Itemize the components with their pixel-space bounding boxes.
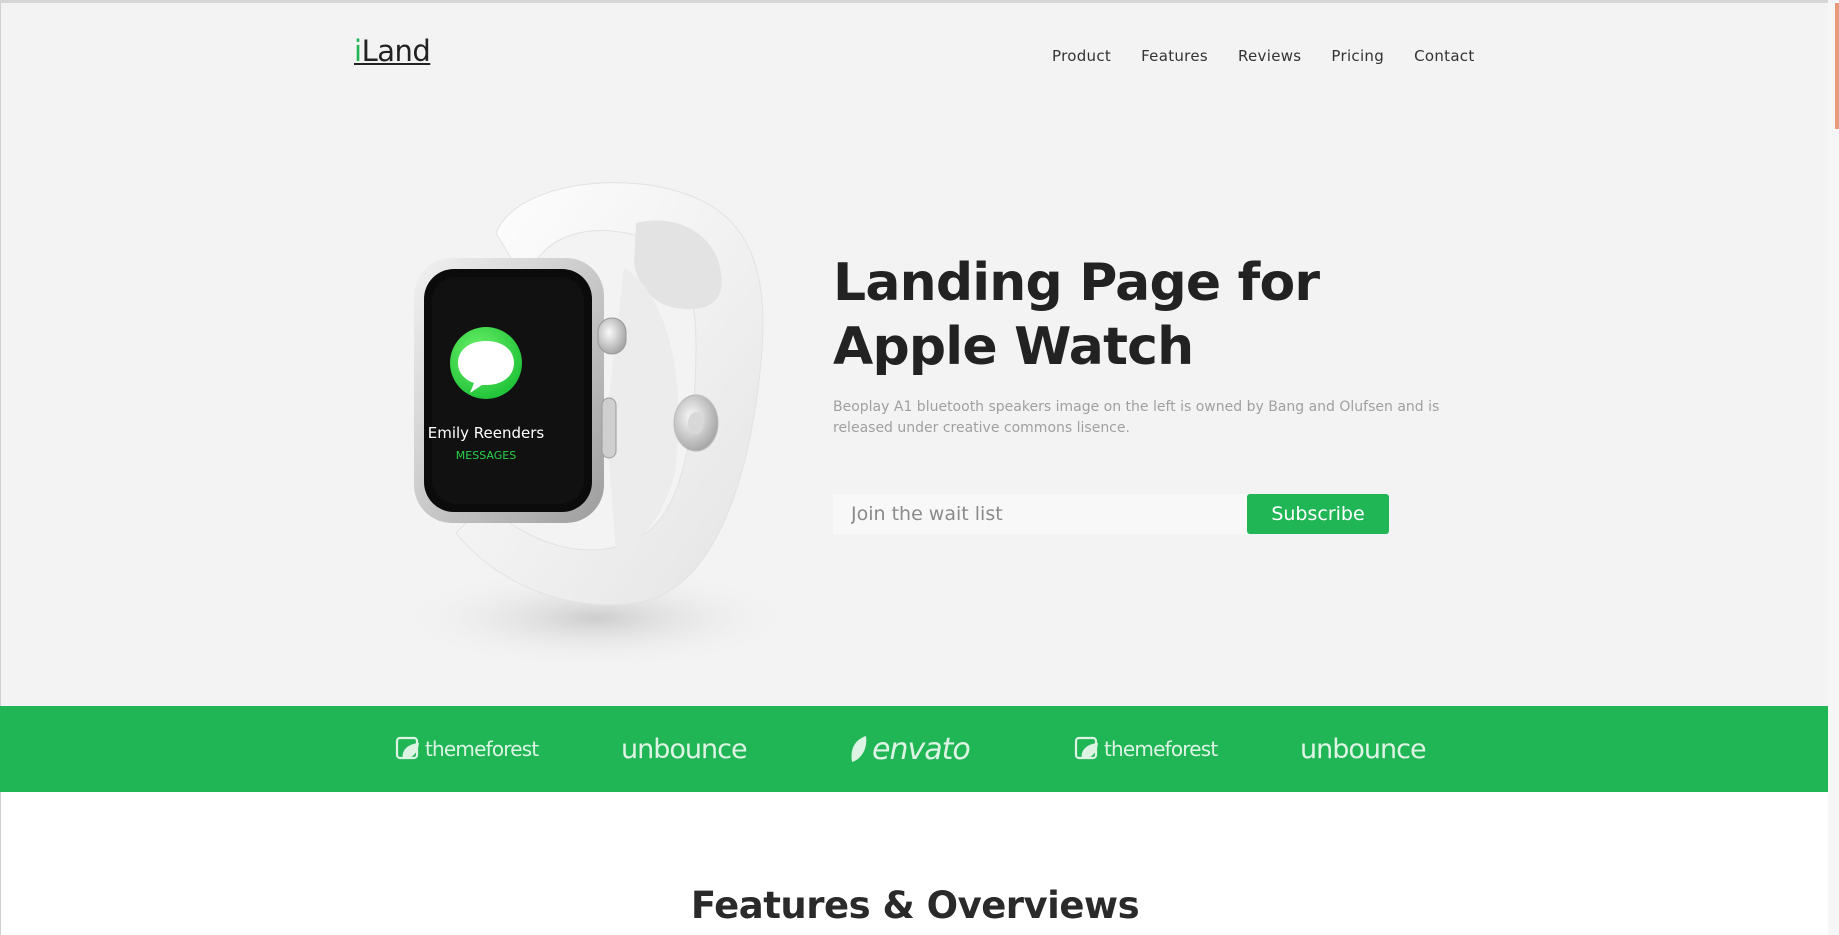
nav-contact[interactable]: Contact — [1414, 47, 1474, 65]
main-nav: Product Features Reviews Pricing Contact — [1052, 47, 1475, 65]
waitlist-email-input[interactable] — [833, 494, 1247, 534]
scrollbar-thumb[interactable] — [1835, 3, 1839, 129]
scrollbar[interactable] — [1828, 0, 1839, 935]
logo-text: Land — [361, 34, 431, 68]
watch-app-label: MESSAGES — [456, 449, 516, 462]
themeforest-leaf-icon — [395, 736, 419, 760]
brand-logo-envato: envato — [848, 732, 971, 767]
features-title: Features & Overviews — [690, 884, 1140, 927]
nav-product[interactable]: Product — [1052, 47, 1111, 65]
waitlist-form: Subscribe — [833, 494, 1389, 534]
themeforest-leaf-icon — [1074, 736, 1098, 760]
nav-reviews[interactable]: Reviews — [1238, 47, 1301, 65]
hero-section: iLand Product Features Reviews Pricing C… — [0, 3, 1828, 706]
envato-leaf-icon — [851, 736, 867, 762]
subscribe-button[interactable]: Subscribe — [1247, 494, 1389, 534]
watch-contact-name: Emily Reenders — [428, 424, 545, 442]
partner-logos-band: themeforest unbounce envato themeforest … — [0, 706, 1828, 792]
hero-description: Beoplay A1 bluetooth speakers image on t… — [833, 399, 1440, 436]
apple-watch-image: Emily Reenders MESSAGES — [396, 182, 796, 668]
logo-accent: i — [354, 34, 362, 68]
nav-features[interactable]: Features — [1141, 47, 1208, 65]
features-section: Features & Overviews — [0, 792, 1828, 935]
brand-logo-themeforest-2: themeforest — [1074, 732, 1218, 766]
nav-pricing[interactable]: Pricing — [1331, 47, 1384, 65]
brand-logo-unbounce: unbounce — [621, 733, 748, 765]
brand-logo-unbounce-2: unbounce — [1300, 733, 1427, 765]
logo[interactable]: iLand — [354, 34, 431, 68]
brand-logo-themeforest: themeforest — [395, 732, 539, 766]
page-title: Landing Page for Apple Watch — [833, 253, 1320, 377]
